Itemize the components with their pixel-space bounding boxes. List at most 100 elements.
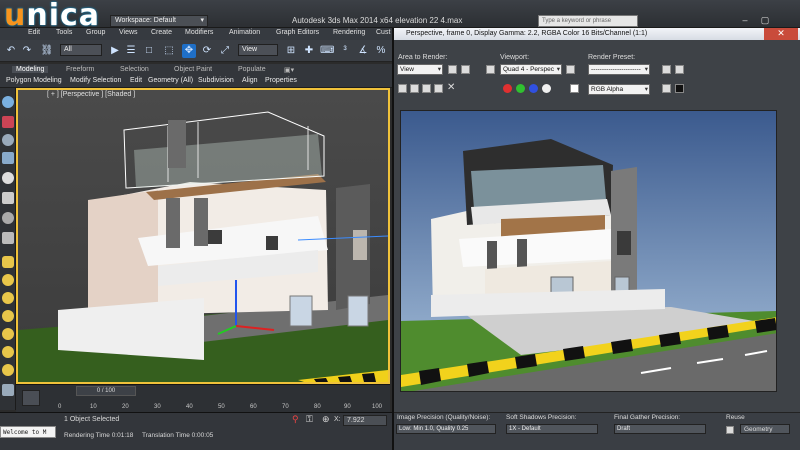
border-icon[interactable] (2, 212, 14, 224)
green-channel-icon[interactable] (516, 84, 525, 93)
ribbon-tab-freeform[interactable]: Freeform (66, 66, 94, 73)
menu-create[interactable]: Create (151, 29, 172, 36)
select-manipulate-icon[interactable]: ✚ (302, 44, 316, 58)
ribbon-subdivision[interactable]: Subdivision (198, 77, 234, 84)
ribbon-tab-modeling[interactable]: Modeling (12, 66, 48, 73)
close-icon[interactable]: ✕ (764, 28, 798, 40)
perspective-viewport[interactable] (16, 88, 390, 384)
attach-icon[interactable] (2, 134, 14, 146)
lock-selection-icon[interactable]: ⚲ (292, 414, 299, 425)
clone-frame-icon[interactable] (422, 84, 431, 93)
menu-graph-editors[interactable]: Graph Editors (276, 29, 319, 36)
cone-icon[interactable] (2, 310, 14, 322)
area-to-render-dropdown[interactable]: View (397, 64, 443, 75)
torus-icon[interactable] (2, 328, 14, 340)
absolute-mode-icon[interactable]: ⚿ (306, 414, 313, 425)
search-input[interactable]: Type a keyword or phrase (538, 15, 638, 27)
cylinder-icon[interactable] (2, 292, 14, 304)
ribbon-tab-object-paint[interactable]: Object Paint (174, 66, 212, 73)
geometry-reuse-label: Geometry (744, 425, 773, 434)
monochrome-icon[interactable] (570, 84, 579, 93)
geometry-reuse-option[interactable]: Geometry (740, 424, 790, 434)
tube-icon[interactable] (2, 346, 14, 358)
reference-coordinate-dropdown[interactable]: View (238, 44, 278, 56)
teapot-icon[interactable] (2, 364, 14, 376)
element-icon[interactable] (2, 256, 14, 268)
sphere-icon[interactable] (2, 274, 14, 286)
color-swatch[interactable] (675, 84, 684, 93)
curve-editor-icon[interactable] (2, 384, 14, 396)
lock-viewport-icon[interactable] (486, 65, 495, 74)
clear-image-icon[interactable]: ✕ (447, 82, 455, 93)
toggle-ui-icon[interactable] (662, 84, 671, 93)
menu-customize[interactable]: Cust (376, 29, 390, 36)
select-move-icon[interactable]: ✥ (182, 44, 196, 58)
angle-snap-icon[interactable]: ∡ (356, 44, 370, 58)
select-by-name-icon[interactable]: ☰ (124, 44, 138, 58)
x-coordinate-field[interactable]: 7.922 (343, 415, 387, 426)
menu-animation[interactable]: Animation (229, 29, 260, 36)
link-icon[interactable]: ⛓ (40, 44, 54, 58)
select-rotate-icon[interactable]: ⟳ (200, 44, 214, 58)
undo-icon[interactable]: ↶ (4, 44, 18, 58)
pivot-icon[interactable]: ⊞ (284, 44, 298, 58)
menu-group[interactable]: Group (86, 29, 105, 36)
channel-display-dropdown[interactable]: RGB Alpha (588, 84, 650, 95)
ribbon-geometry-all[interactable]: Geometry (All) (148, 77, 193, 84)
viewport-dropdown[interactable]: Quad 4 - Perspec (500, 64, 562, 75)
edit-poly-icon[interactable] (2, 116, 14, 128)
minimize-icon[interactable]: – (736, 14, 754, 27)
maximize-icon[interactable]: ▢ (756, 14, 774, 27)
ribbon-options-icon[interactable]: ▣▾ (284, 66, 294, 74)
maxscript-listener[interactable]: Welcome to M (0, 426, 56, 438)
ribbon-modify-selection[interactable]: Modify Selection (70, 77, 121, 84)
save-image-icon[interactable] (398, 84, 407, 93)
final-gather-field[interactable]: Draft (614, 424, 706, 434)
render-icon[interactable] (675, 65, 684, 74)
lock-reuse-icon[interactable] (726, 426, 734, 434)
menu-tools[interactable]: Tools (56, 29, 72, 36)
auto-region-icon[interactable] (461, 65, 470, 74)
ribbon-properties[interactable]: Properties (265, 77, 297, 84)
ribbon-align[interactable]: Align (242, 77, 258, 84)
render-preset-dropdown[interactable]: ----------------------- (588, 64, 650, 75)
menu-rendering[interactable]: Rendering (333, 29, 365, 36)
window-crossing-icon[interactable]: ⬚ (162, 44, 176, 58)
ribbon-polygon-modeling[interactable]: Polygon Modeling (6, 77, 62, 84)
ribbon-edit[interactable]: Edit (130, 77, 142, 84)
keyboard-shortcut-icon[interactable]: ⌨ (320, 44, 334, 58)
rectangle-selection-icon[interactable]: □ (142, 44, 156, 58)
time-slider[interactable]: 0 / 100 (76, 386, 136, 396)
selection-filter-dropdown[interactable]: All (60, 44, 102, 56)
menu-edit[interactable]: Edit (28, 29, 40, 36)
edge-icon[interactable] (2, 192, 14, 204)
red-channel-icon[interactable] (503, 84, 512, 93)
render-setup-icon[interactable] (566, 65, 575, 74)
mini-listener-icon[interactable] (22, 390, 40, 406)
blue-channel-icon[interactable] (529, 84, 538, 93)
graphite-tool-icon[interactable] (2, 96, 14, 108)
snaps-toggle-icon[interactable]: ³ (338, 44, 352, 58)
vertex-icon[interactable] (2, 172, 14, 184)
copy-image-icon[interactable] (410, 84, 419, 93)
redo-icon[interactable]: ↷ (20, 44, 34, 58)
workspace-dropdown[interactable]: Workspace: Default (110, 15, 208, 27)
percent-snap-icon[interactable]: % (374, 44, 388, 58)
soft-shadows-field[interactable]: 1X - Default (506, 424, 598, 434)
edit-region-icon[interactable] (448, 65, 457, 74)
environment-icon[interactable] (662, 65, 671, 74)
grid-icon[interactable] (2, 152, 14, 164)
transform-mode-icon[interactable]: ⊕ (322, 414, 330, 425)
menu-modifiers[interactable]: Modifiers (185, 29, 213, 36)
select-object-icon[interactable]: ▶ (108, 44, 122, 58)
menu-views[interactable]: Views (119, 29, 138, 36)
select-scale-icon[interactable]: ⤢ (218, 44, 232, 58)
viewport-label[interactable]: [ + ] [Perspective ] [Shaded ] (47, 91, 135, 98)
timeline[interactable] (16, 384, 390, 412)
alpha-channel-icon[interactable] (542, 84, 551, 93)
print-image-icon[interactable] (434, 84, 443, 93)
ribbon-tab-selection[interactable]: Selection (120, 66, 149, 73)
polygon-icon[interactable] (2, 232, 14, 244)
image-precision-field[interactable]: Low: Min 1.0, Quality 0.25 (396, 424, 496, 434)
ribbon-tab-populate[interactable]: Populate (238, 66, 266, 73)
